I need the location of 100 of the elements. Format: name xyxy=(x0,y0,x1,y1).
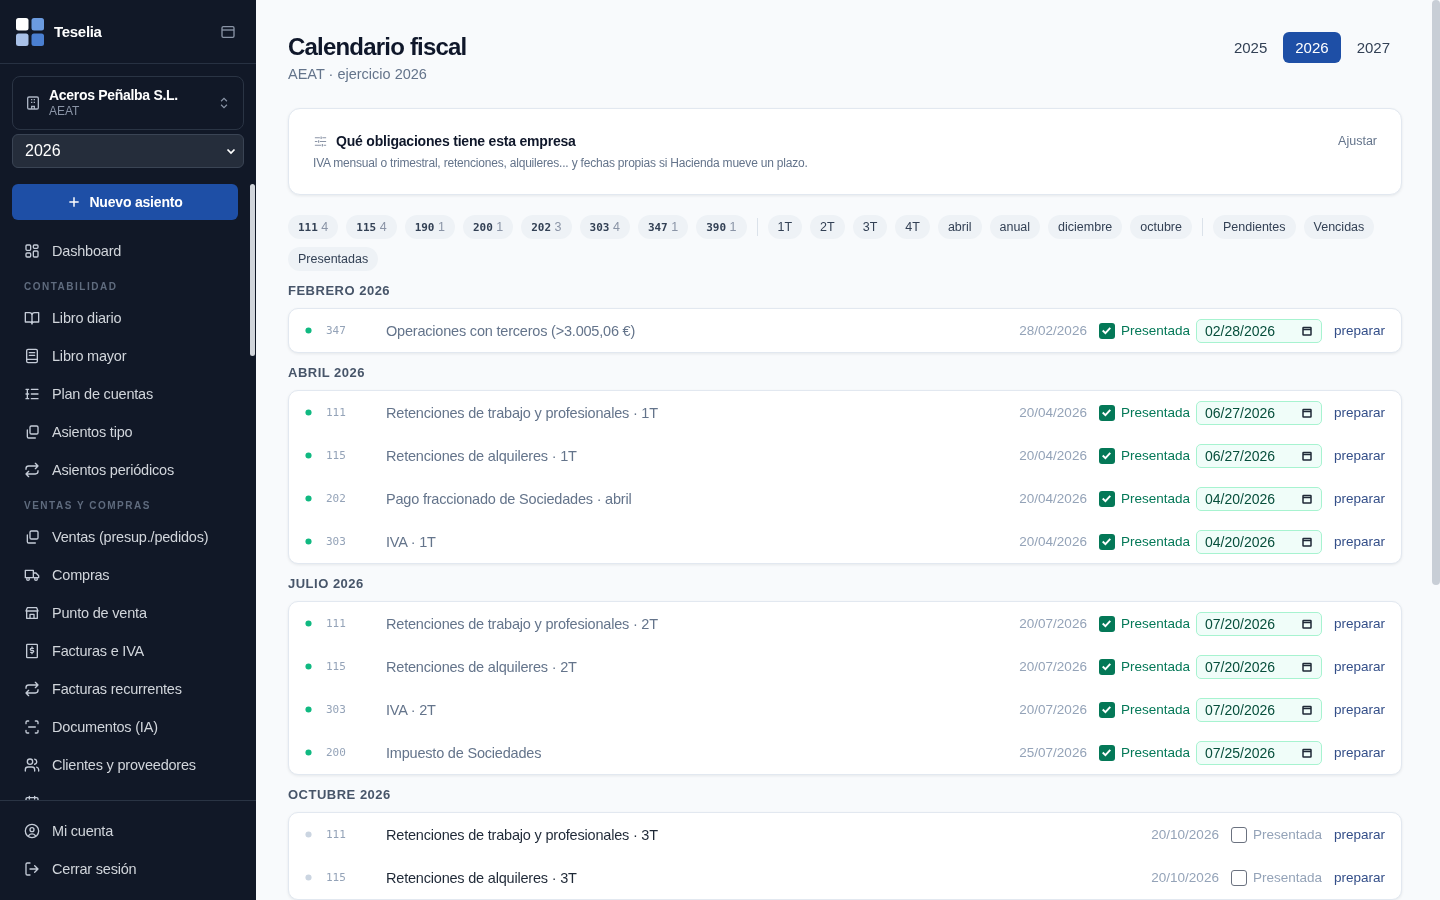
filed-checkbox[interactable] xyxy=(1098,322,1115,339)
prepare-link[interactable]: preparar xyxy=(1333,405,1385,420)
nav-item[interactable]: Asientos tipo xyxy=(12,413,244,451)
due-date: 20/07/2026 xyxy=(1019,616,1087,631)
filed-checkbox[interactable] xyxy=(1098,490,1115,507)
prepare-link[interactable]: preparar xyxy=(1333,323,1385,338)
nav-item[interactable]: Clientes y proveedores xyxy=(12,746,244,784)
filed-label: Presentada xyxy=(1120,745,1190,760)
filter-chip[interactable]: Presentadas xyxy=(288,247,379,271)
prepare-link[interactable]: preparar xyxy=(1333,702,1385,717)
date-field[interactable]: 07/20/2026 xyxy=(1195,611,1322,636)
form-filter-chip[interactable]: 111 4 xyxy=(288,215,339,239)
month-heading: ABRIL 2026 xyxy=(288,365,366,380)
checkmark-icon xyxy=(1100,703,1114,716)
form-filter-chip[interactable]: 202 3 xyxy=(521,215,572,239)
filed-checkbox[interactable] xyxy=(1098,658,1115,675)
date-field[interactable]: 07/20/2026 xyxy=(1195,697,1322,722)
nav-item[interactable]: Libro mayor xyxy=(12,337,244,375)
prepare-link[interactable]: preparar xyxy=(1333,534,1385,549)
scrollbar[interactable] xyxy=(250,184,255,356)
filter-chip[interactable]: 2T xyxy=(810,215,845,239)
date-field[interactable]: 02/28/2026 xyxy=(1195,318,1322,343)
date-field[interactable]: 04/20/2026 xyxy=(1195,486,1322,511)
nav-item[interactable]: Libro diario xyxy=(12,299,244,337)
date-field[interactable]: 04/20/2026 xyxy=(1195,529,1322,554)
checkmark-icon xyxy=(1100,660,1114,673)
nav-item[interactable]: Facturas e IVA xyxy=(12,632,244,670)
calendar-icon xyxy=(1300,449,1313,462)
filter-chip[interactable]: Pendientes xyxy=(1213,215,1296,239)
sidebar-toggle-icon[interactable] xyxy=(220,23,236,40)
copy-icon xyxy=(24,529,40,545)
nav-item[interactable]: Facturas recurrentes xyxy=(12,670,244,708)
nav-item[interactable]: Ventas (presup./pedidos) xyxy=(12,518,244,556)
adjust-link[interactable]: Ajustar xyxy=(1338,134,1377,148)
month-heading: OCTUBRE 2026 xyxy=(288,787,392,802)
year-tab[interactable]: 2026 xyxy=(1283,32,1341,63)
prepare-link[interactable]: preparar xyxy=(1333,659,1385,674)
filter-chip[interactable]: 4T xyxy=(895,215,930,239)
date-field[interactable]: 06/27/2026 xyxy=(1195,443,1322,468)
page-subtitle: AEAT · ejercicio 2026 xyxy=(288,66,428,82)
filter-chip[interactable]: abril xyxy=(937,215,982,239)
filed-checkbox[interactable] xyxy=(1098,615,1115,632)
form-filter-chip[interactable]: 390 1 xyxy=(696,215,747,239)
form-filter-chip[interactable]: 303 4 xyxy=(579,215,630,239)
date-field[interactable]: 07/25/2026 xyxy=(1195,740,1322,765)
month-heading: JULIO 2026 xyxy=(288,576,365,591)
status-dot xyxy=(305,749,312,756)
new-entry-button[interactable]: Nuevo asiento xyxy=(12,184,238,220)
prepare-link[interactable]: preparar xyxy=(1333,448,1385,463)
filter-chip[interactable]: octubre xyxy=(1130,215,1192,239)
date-field[interactable]: 07/20/2026 xyxy=(1195,654,1322,679)
filter-chip[interactable]: anual xyxy=(989,215,1041,239)
nav-item[interactable]: Dashboard xyxy=(12,232,244,270)
date-field[interactable]: 06/27/2026 xyxy=(1195,400,1322,425)
filed-checkbox[interactable] xyxy=(1098,701,1115,718)
nav-item[interactable]: Cerrar sesión xyxy=(12,850,244,888)
nav-item[interactable]: Mi cuenta xyxy=(12,812,244,850)
filed-checkbox[interactable] xyxy=(1230,826,1247,843)
filter-chip[interactable]: 1T xyxy=(767,215,803,239)
filter-chip[interactable]: diciembre xyxy=(1048,215,1123,239)
nav-item[interactable]: Punto de venta xyxy=(12,594,244,632)
filed-checkbox[interactable] xyxy=(1098,404,1115,421)
repeat-icon xyxy=(24,462,40,478)
open-book-icon xyxy=(24,310,40,326)
form-filter-chip[interactable]: 200 1 xyxy=(462,215,514,239)
filed-label: Presentada xyxy=(1120,659,1190,674)
form-filter-chip[interactable]: 347 1 xyxy=(637,215,689,239)
year-select[interactable]: 2026 xyxy=(12,134,244,168)
plus-icon xyxy=(67,195,82,209)
month-heading: FEBRERO 2026 xyxy=(288,283,392,298)
prepare-link[interactable]: preparar xyxy=(1333,827,1385,842)
form-filter-chip[interactable]: 190 1 xyxy=(404,215,455,239)
filed-label: Presentada xyxy=(1120,323,1190,338)
company-switcher[interactable]: Aceros Peñalba S.L. AEAT xyxy=(12,76,244,130)
filed-checkbox[interactable] xyxy=(1098,447,1115,464)
nav-item[interactable]: Documentos (IA) xyxy=(12,708,244,746)
due-date: 20/10/2026 xyxy=(1151,827,1219,842)
filed-checkbox[interactable] xyxy=(1098,744,1115,761)
form-filter-chip[interactable]: 115 4 xyxy=(346,215,397,239)
scrollbar[interactable] xyxy=(1432,0,1440,585)
filed-label: Presentada xyxy=(1120,448,1190,463)
filed-checkbox[interactable] xyxy=(1098,533,1115,550)
due-date: 20/04/2026 xyxy=(1019,405,1087,420)
filter-chip[interactable]: Vencidas xyxy=(1303,215,1375,239)
filed-checkbox[interactable] xyxy=(1230,869,1247,886)
form-code: 303 xyxy=(326,703,347,716)
prepare-link[interactable]: preparar xyxy=(1333,745,1385,760)
year-tab[interactable]: 2027 xyxy=(1344,32,1402,63)
prepare-link[interactable]: preparar xyxy=(1333,491,1385,506)
obligation-title: Retenciones de trabajo y profesionales · 3T xyxy=(386,826,659,843)
filter-chip[interactable]: 3T xyxy=(852,215,888,239)
form-code: 111 xyxy=(326,406,347,419)
nav-item[interactable]: Asientos periódicos xyxy=(12,451,244,489)
nav-item[interactable]: Plan de cuentas xyxy=(12,375,244,413)
year-tab[interactable]: 2025 xyxy=(1221,32,1280,63)
prepare-link[interactable]: preparar xyxy=(1333,870,1385,885)
due-date: 20/10/2026 xyxy=(1151,870,1219,885)
form-code: 111 xyxy=(326,828,347,841)
prepare-link[interactable]: preparar xyxy=(1333,616,1385,631)
nav-item[interactable]: Compras xyxy=(12,556,244,594)
